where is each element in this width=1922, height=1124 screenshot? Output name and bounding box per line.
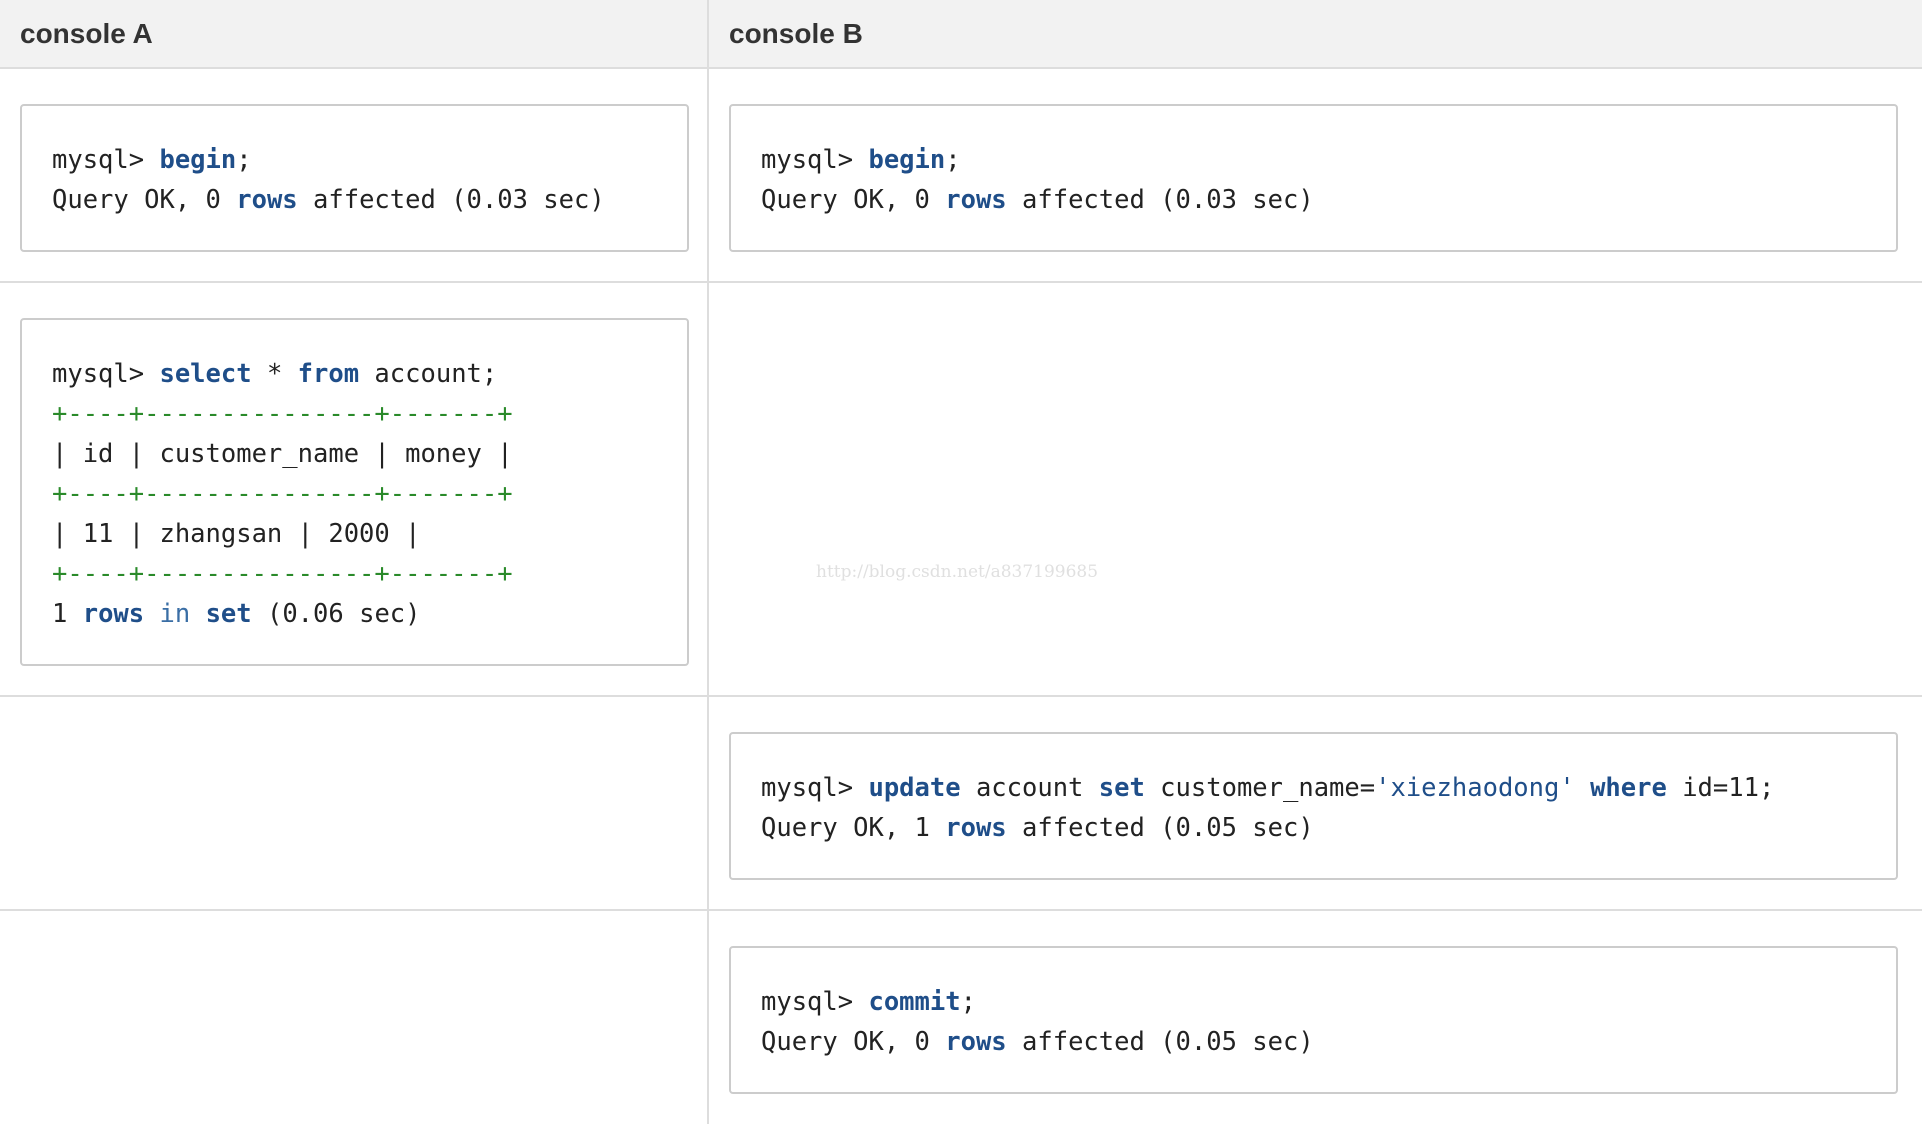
row4-console-b: mysql> commit; Query OK, 0 rows affected… — [709, 911, 1922, 1124]
table-border-bottom: +----+---------------+-------+ — [52, 559, 513, 589]
row-count: 1 — [52, 599, 83, 629]
keyword-update: update — [868, 773, 961, 803]
result-text: Query OK, 0 — [761, 185, 946, 215]
semicolon: ; — [960, 987, 976, 1017]
keyword-rows: rows — [236, 185, 298, 215]
code-block-begin-a: mysql> begin; Query OK, 0 rows affected … — [20, 104, 689, 252]
assign-column: customer_name= — [1144, 773, 1376, 803]
result-text: affected (0.05 sec) — [1006, 1027, 1314, 1057]
code-block-commit-b: mysql> commit; Query OK, 0 rows affected… — [729, 946, 1898, 1094]
result-data-row: | 11 | zhangsan | 2000 | — [52, 519, 421, 549]
keyword-set: set — [205, 599, 252, 629]
row3-console-a — [0, 697, 709, 911]
keyword-commit: commit — [868, 987, 961, 1017]
header-console-b: console B — [709, 0, 1922, 69]
timing-text: (0.06 sec) — [251, 599, 421, 629]
result-text: Query OK, 0 — [761, 1027, 946, 1057]
result-text: Query OK, 1 — [761, 813, 946, 843]
header-console-b-label: console B — [729, 17, 863, 49]
keyword-where: where — [1590, 773, 1667, 803]
keyword-rows: rows — [82, 599, 145, 629]
header-console-a: console A — [0, 0, 709, 69]
row1-console-b: mysql> begin; Query OK, 0 rows affected … — [709, 69, 1922, 283]
row2-console-a: mysql> select * from account; +----+----… — [0, 283, 709, 697]
keyword-begin: begin — [868, 145, 946, 175]
keyword-rows: rows — [945, 1027, 1007, 1057]
keyword-in: in — [144, 599, 206, 629]
row4-console-a — [0, 911, 709, 1124]
result-text: affected (0.03 sec) — [297, 185, 605, 215]
table-border-mid: +----+---------------+-------+ — [52, 479, 513, 509]
where-condition: id=11; — [1666, 773, 1775, 803]
keyword-set: set — [1098, 773, 1145, 803]
row1-console-a: mysql> begin; Query OK, 0 rows affected … — [0, 69, 709, 283]
row3-console-b: mysql> update account set customer_name=… — [709, 697, 1922, 911]
semicolon: ; — [236, 145, 252, 175]
string-value: 'xiezhaodong' — [1375, 773, 1575, 803]
keyword-select: select — [159, 359, 252, 389]
semicolon: ; — [945, 145, 961, 175]
keyword-begin: begin — [159, 145, 237, 175]
prompt: mysql> — [761, 773, 869, 803]
prompt: mysql> — [52, 145, 160, 175]
header-console-a-label: console A — [20, 17, 153, 49]
select-star: * — [251, 359, 298, 389]
keyword-from: from — [297, 359, 360, 389]
code-block-update-b: mysql> update account set customer_name=… — [729, 732, 1898, 880]
result-text: Query OK, 0 — [52, 185, 237, 215]
prompt: mysql> — [52, 359, 160, 389]
result-text: affected (0.05 sec) — [1006, 813, 1314, 843]
keyword-rows: rows — [945, 813, 1007, 843]
code-block-begin-b: mysql> begin; Query OK, 0 rows affected … — [729, 104, 1898, 252]
watermark-text: http://blog.csdn.net/a837199685 — [816, 562, 1099, 582]
code-block-select-a: mysql> select * from account; +----+----… — [20, 318, 689, 666]
table-name: account — [960, 773, 1099, 803]
prompt: mysql> — [761, 145, 869, 175]
result-header-row: | id | customer_name | money | — [52, 439, 513, 469]
table-border-top: +----+---------------+-------+ — [52, 399, 513, 429]
prompt: mysql> — [761, 987, 869, 1017]
table-name: account; — [359, 359, 498, 389]
keyword-rows: rows — [945, 185, 1007, 215]
row2-console-b — [709, 283, 1922, 697]
result-text: affected (0.03 sec) — [1006, 185, 1314, 215]
